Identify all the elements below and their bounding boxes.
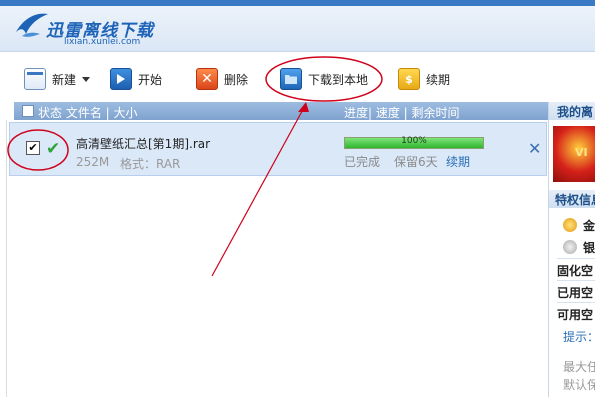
play-icon xyxy=(110,68,132,90)
gold-label: 金 xyxy=(583,219,595,233)
available-space-label: 可用空 xyxy=(557,308,594,322)
completed-check-icon: ✔ xyxy=(46,139,61,159)
app-header: 迅雷离线下载 lixian.xunlei.com xyxy=(0,0,595,52)
download-to-local-label: 下载到本地 xyxy=(308,72,369,87)
used-space-label: 已用空 xyxy=(557,286,594,300)
panel-title-bar: 我的离 xyxy=(549,102,595,120)
folder-download-icon xyxy=(280,68,302,90)
task-retention: 保留6天 xyxy=(394,155,438,169)
task-size: 252M xyxy=(76,155,110,169)
vip-banner[interactable]: VI xyxy=(553,126,595,182)
panel-title: 我的离 xyxy=(557,105,594,119)
silver-label: 银 xyxy=(583,241,595,255)
divider xyxy=(557,280,595,281)
task-checkbox[interactable]: ✔ xyxy=(26,141,40,155)
divider xyxy=(557,258,595,259)
delete-button[interactable]: ✕ 删除 xyxy=(196,66,248,92)
task-list: ✔ ✔ 高清壁纸汇总[第1期].rar 252M 格式：RAR 100% 已完成… xyxy=(6,120,548,397)
task-filename[interactable]: 高清壁纸汇总[第1期].rar xyxy=(76,135,210,152)
delete-x-icon: ✕ xyxy=(196,68,218,90)
renew-coin-icon: $ xyxy=(398,68,420,90)
close-icon[interactable]: ✕ xyxy=(528,139,541,158)
new-task-icon xyxy=(24,68,46,90)
privilege-section-title: 特权信息 xyxy=(555,193,595,207)
list-header-right: 进度| 速度 | 剩余时间 xyxy=(344,106,460,120)
vip-banner-text: VI xyxy=(575,146,588,159)
task-progress-bar: 100% xyxy=(344,136,484,149)
privilege-section-title-bar: 特权信息 xyxy=(549,190,595,208)
gold-coin-icon xyxy=(563,218,577,232)
bird-logo-icon xyxy=(16,13,48,37)
renew-button[interactable]: $ 续期 xyxy=(398,66,450,92)
new-button-label: 新建 xyxy=(52,72,77,87)
account-panel: 我的离 VI 特权信息 金 银 固化空 已用空 可用空 提示： 最大任 默认保 xyxy=(548,102,595,397)
task-format: 格式：RAR xyxy=(120,157,181,171)
chevron-down-icon[interactable] xyxy=(82,76,91,82)
default-retention-text: 默认保 xyxy=(563,378,595,392)
app-url: lixian.xunlei.com xyxy=(64,37,141,47)
silver-coin-icon xyxy=(563,240,577,254)
max-tasks-text: 最大任 xyxy=(563,360,595,374)
task-progress-label: 100% xyxy=(401,136,427,146)
task-row[interactable]: ✔ ✔ 高清壁纸汇总[第1期].rar 252M 格式：RAR 100% 已完成… xyxy=(9,122,547,176)
hint-text: 提示： xyxy=(563,330,595,344)
select-all-checkbox[interactable] xyxy=(22,105,34,117)
xunlei-logo[interactable]: 迅雷离线下载 lixian.xunlei.com xyxy=(14,10,184,48)
task-status: 已完成 xyxy=(344,155,381,169)
divider xyxy=(557,302,595,303)
task-renew-link[interactable]: 续期 xyxy=(446,153,470,170)
delete-button-label: 删除 xyxy=(224,72,249,87)
start-button-label: 开始 xyxy=(138,72,163,87)
start-button[interactable]: 开始 xyxy=(110,66,162,92)
list-header: 状态 文件名 | 大小 进度| 速度 | 剩余时间 xyxy=(14,102,548,120)
new-button[interactable]: 新建 xyxy=(24,66,91,92)
renew-button-label: 续期 xyxy=(426,72,451,87)
download-to-local-button[interactable]: 下载到本地 xyxy=(280,66,368,92)
toolbar: 新建 开始 ✕ 删除 下载到本地 $ 续期 xyxy=(0,52,548,102)
top-strip xyxy=(0,0,595,6)
list-header-left: 状态 文件名 | 大小 xyxy=(38,106,138,120)
fixed-space-label: 固化空 xyxy=(557,264,594,278)
